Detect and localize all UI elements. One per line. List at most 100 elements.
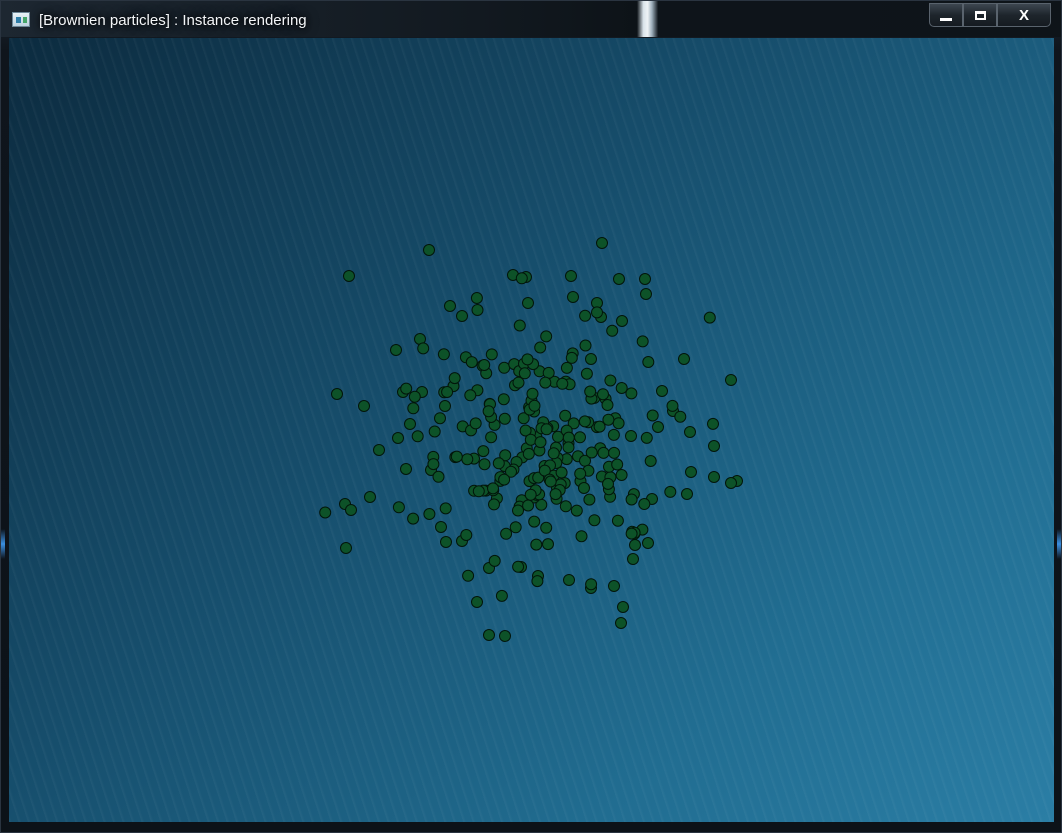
particle	[469, 417, 482, 430]
particle	[400, 463, 412, 475]
particle	[540, 330, 553, 343]
particle	[340, 542, 352, 554]
particle	[428, 425, 441, 438]
particle	[707, 417, 719, 430]
particle	[540, 521, 553, 534]
particle	[521, 353, 534, 366]
particle	[509, 521, 522, 534]
particle	[439, 400, 451, 412]
particle	[563, 574, 575, 586]
particle	[578, 482, 590, 494]
particle	[407, 402, 420, 415]
particle	[608, 446, 621, 459]
particle	[485, 348, 498, 361]
particle	[646, 409, 659, 422]
particle	[656, 385, 668, 397]
particle	[539, 376, 552, 389]
particle	[612, 417, 625, 430]
title-bar[interactable]: [Brownien particles] : Instance renderin…	[1, 1, 1061, 37]
particle	[579, 309, 592, 322]
close-button[interactable]: X	[997, 3, 1051, 27]
particle	[674, 410, 687, 423]
particle	[708, 440, 720, 452]
particle	[604, 374, 617, 387]
particle	[602, 477, 614, 490]
particle	[456, 310, 468, 322]
particle	[343, 270, 355, 282]
particle	[478, 458, 491, 471]
particle	[585, 446, 598, 459]
particle	[644, 455, 657, 467]
particle	[601, 399, 614, 411]
particle	[625, 527, 638, 540]
window-controls: X	[929, 3, 1051, 29]
particle	[585, 578, 598, 591]
particle-field	[319, 237, 743, 642]
particle	[565, 270, 577, 282]
app-window: [Brownien particles] : Instance renderin…	[0, 0, 1062, 833]
particle	[678, 353, 690, 365]
particle	[725, 374, 737, 386]
particle	[400, 382, 413, 395]
particle	[615, 382, 628, 394]
particle	[432, 470, 445, 483]
particle	[703, 311, 716, 324]
particle	[606, 324, 619, 337]
particle	[460, 529, 473, 541]
minimize-icon	[940, 17, 952, 21]
particle	[684, 426, 696, 438]
particle	[444, 300, 456, 312]
particle	[584, 385, 597, 398]
left-edge-glow	[1, 529, 5, 559]
particle	[472, 485, 485, 498]
particle	[435, 521, 447, 533]
app-icon[interactable]	[12, 12, 30, 27]
particle	[513, 319, 526, 332]
particle	[526, 387, 539, 400]
particle	[562, 441, 575, 454]
particle	[499, 630, 511, 642]
particle	[617, 601, 629, 613]
particle	[488, 498, 500, 511]
render-viewport[interactable]	[9, 38, 1054, 822]
particle	[500, 527, 513, 540]
particle	[611, 514, 624, 527]
particle	[640, 288, 652, 300]
particle	[319, 506, 332, 519]
particle	[471, 596, 483, 608]
particle	[531, 575, 544, 588]
particle	[448, 372, 461, 385]
maximize-button[interactable]	[963, 3, 997, 27]
right-edge-glow	[1057, 529, 1061, 559]
particle	[373, 444, 385, 456]
particle	[358, 400, 370, 412]
particle	[427, 458, 440, 471]
minimize-button[interactable]	[929, 3, 963, 27]
particle	[461, 453, 474, 466]
particle	[364, 491, 376, 503]
particle	[560, 361, 573, 374]
particle	[664, 485, 677, 498]
particle	[597, 446, 610, 459]
particle	[574, 431, 586, 444]
particle	[390, 344, 402, 356]
particle	[583, 493, 596, 506]
particle	[615, 469, 628, 481]
particle	[482, 405, 495, 418]
particle	[559, 500, 572, 513]
particle	[423, 244, 435, 256]
particle	[540, 423, 553, 436]
particle	[638, 498, 651, 510]
particle	[625, 430, 637, 442]
particle	[578, 415, 591, 428]
particle	[462, 569, 475, 582]
particle	[478, 359, 491, 371]
particle	[498, 361, 511, 374]
particle	[602, 413, 615, 426]
particle	[471, 304, 484, 316]
particle	[524, 433, 537, 446]
particle	[408, 390, 421, 403]
particle	[530, 538, 543, 551]
particle	[579, 339, 592, 352]
particle	[492, 457, 505, 470]
